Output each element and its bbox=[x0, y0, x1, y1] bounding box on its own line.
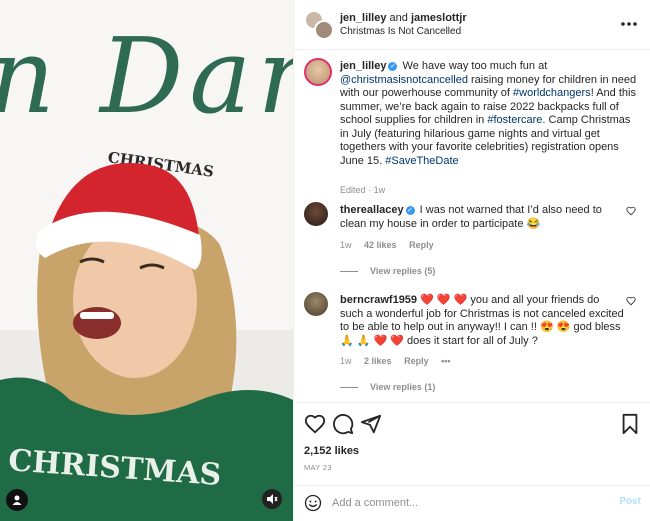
comment-username[interactable]: berncrawf1959 bbox=[340, 294, 417, 306]
bookmark-icon[interactable] bbox=[619, 413, 641, 435]
post-sidebar: jen_lilley and jameslottjr Christmas Is … bbox=[293, 0, 650, 521]
comment-text: berncrawf1959 ❤️ ❤️ ❤️ you and all your … bbox=[340, 294, 625, 348]
mute-icon bbox=[267, 494, 278, 504]
reply-button[interactable]: Reply bbox=[409, 240, 434, 250]
post-video[interactable]: n Darl CHRISTMAS CHRISTMAS bbox=[0, 0, 293, 521]
view-replies-label: View replies (1) bbox=[370, 382, 436, 392]
post-button[interactable]: Post bbox=[619, 496, 641, 507]
post-actions: 2,152 likes MAY 23 bbox=[294, 402, 650, 498]
divider bbox=[340, 386, 358, 388]
comment-icon[interactable] bbox=[332, 413, 354, 435]
divider bbox=[340, 270, 358, 272]
author-link[interactable]: jameslottjr bbox=[411, 12, 467, 24]
user-icon bbox=[12, 495, 22, 505]
comment-likes[interactable]: 42 likes bbox=[364, 240, 397, 250]
more-icon bbox=[621, 22, 637, 26]
hashtag-link[interactable]: #SaveTheDate bbox=[385, 155, 458, 167]
edited-label: Edited bbox=[340, 185, 366, 195]
comment-username[interactable]: thereallacey bbox=[340, 204, 404, 216]
avatar[interactable] bbox=[304, 202, 328, 226]
avatar[interactable] bbox=[304, 58, 332, 86]
post-header: jen_lilley and jameslottjr Christmas Is … bbox=[294, 0, 650, 50]
post-dialog: n Darl CHRISTMAS CHRISTMAS bbox=[0, 0, 650, 521]
avatar[interactable] bbox=[304, 292, 328, 316]
verified-icon: ✓ bbox=[405, 205, 415, 215]
heart-icon[interactable] bbox=[304, 413, 326, 435]
caption-part: We have way too much fun at bbox=[402, 60, 548, 72]
video-frame: n Darl CHRISTMAS CHRISTMAS bbox=[0, 0, 293, 521]
verified-icon: ✓ bbox=[388, 61, 398, 71]
caption-username[interactable]: jen_lilley bbox=[340, 60, 386, 72]
comment-input[interactable] bbox=[332, 494, 592, 512]
heart-icon[interactable] bbox=[626, 296, 636, 306]
author-link[interactable]: jen_lilley bbox=[340, 12, 386, 24]
caption-meta: Edited · 1w bbox=[340, 184, 640, 198]
caption-text: jen_lilley ✓ We have way too much fun at … bbox=[340, 60, 640, 198]
more-options-button[interactable] bbox=[617, 14, 641, 34]
view-replies-button[interactable]: View replies (5) bbox=[340, 266, 435, 276]
avatar bbox=[314, 20, 334, 40]
comment-meta: 1w 2 likes Reply ••• bbox=[340, 356, 461, 366]
emoji-icon[interactable] bbox=[304, 494, 322, 512]
share-icon[interactable] bbox=[360, 413, 382, 435]
post-date[interactable]: MAY 23 bbox=[304, 463, 332, 472]
post-authors: jen_lilley and jameslottjr bbox=[340, 11, 467, 25]
and-text: and bbox=[389, 12, 408, 24]
action-bar bbox=[304, 413, 641, 435]
comment-text: thereallacey ✓ I was not warned that I’d … bbox=[340, 204, 625, 231]
post-subtitle[interactable]: Christmas Is Not Cancelled bbox=[340, 26, 461, 37]
comment-likes[interactable]: 2 likes bbox=[364, 356, 392, 366]
timestamp[interactable]: 1w bbox=[340, 240, 352, 250]
timestamp[interactable]: 1w bbox=[374, 185, 386, 195]
collab-avatars[interactable] bbox=[304, 10, 334, 40]
separator: · bbox=[368, 185, 372, 195]
add-comment-bar: Post bbox=[294, 485, 650, 521]
reply-button[interactable]: Reply bbox=[404, 356, 429, 366]
view-replies-label: View replies (5) bbox=[370, 266, 436, 276]
comments-scroll[interactable]: jen_lilley ✓ We have way too much fun at … bbox=[294, 50, 650, 402]
heart-icon[interactable] bbox=[626, 206, 636, 216]
view-replies-button[interactable]: View replies (1) bbox=[340, 382, 435, 392]
hashtag-link[interactable]: #worldchangers bbox=[513, 87, 591, 99]
likes-count[interactable]: 2,152 likes bbox=[304, 445, 359, 457]
comment-meta: 1w 42 likes Reply bbox=[340, 240, 444, 250]
mute-button[interactable] bbox=[262, 489, 282, 509]
comment-options-button[interactable]: ••• bbox=[441, 356, 450, 366]
wall-script-text: n Darl bbox=[0, 15, 293, 137]
hashtag-link[interactable]: #fostercare bbox=[487, 114, 542, 126]
mention-link[interactable]: @christmasisnotcancelled bbox=[340, 74, 468, 86]
timestamp[interactable]: 1w bbox=[340, 356, 352, 366]
tagged-users-button[interactable] bbox=[6, 489, 28, 511]
